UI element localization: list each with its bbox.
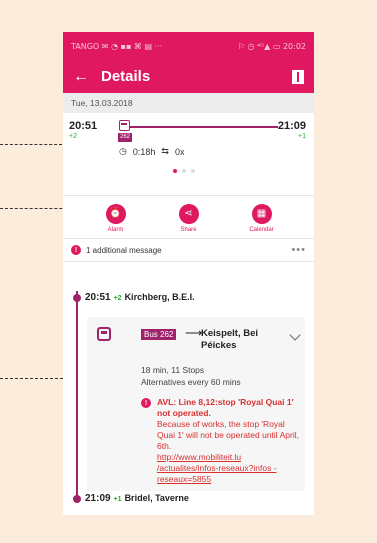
status-bar: TANGO ✉ ◔ ▪▪ ⌘ ▤ ··· ⚐ ◷ ⁴ᴳ▲ ▭ 20:02	[63, 32, 314, 60]
alert-icon: !	[71, 245, 81, 255]
bus-icon	[97, 327, 111, 341]
line-badge: 262	[118, 133, 133, 142]
leg-info: 18 min, 11 Stops Alternatives every 60 m…	[141, 364, 241, 388]
transfer-icon: ⇆	[161, 146, 169, 156]
alarm-label: Alarm	[107, 226, 124, 233]
trip-line	[128, 126, 278, 128]
leg-card[interactable]: Bus 262 ⟶ Keispelt, Bei Péickes 18 min, …	[87, 317, 305, 491]
arrow-left-icon[interactable]: ←	[73, 68, 93, 86]
end-dot	[73, 495, 81, 503]
calendar-button[interactable]: ▦ Calendar	[232, 203, 292, 233]
message-text: 1 additional message	[86, 245, 162, 255]
app-bar: ← Details	[63, 60, 314, 93]
bus-badge: Bus 262	[141, 329, 177, 340]
leg-destination: Keispelt, Bei Péickes	[201, 328, 259, 351]
message-bar[interactable]: ! 1 additional message •••	[63, 239, 314, 261]
alert-body: Because of works, the stop 'Royal Quai 1…	[157, 419, 299, 451]
transfers: 0x	[174, 146, 185, 157]
alert-icon: !	[141, 398, 151, 408]
departure-delay: +2	[69, 133, 77, 140]
start-dot	[73, 294, 81, 302]
journey-detail: 20:51 +2 Kirchberg, B.E.I. Bus 262 ⟶ Kei…	[63, 287, 314, 515]
alarm-clock-icon: ⏰	[105, 203, 126, 224]
start-delay: +2	[113, 295, 122, 302]
arrival-time: 21:09	[277, 120, 306, 132]
bus-icon	[119, 120, 130, 131]
divider	[63, 261, 314, 262]
page-dot	[173, 169, 177, 173]
stops-info: 18 min, 11 Stops	[141, 365, 205, 375]
page-indicator	[173, 169, 195, 173]
share-icon: ⋖	[178, 203, 199, 224]
duration: 0:18h	[132, 146, 156, 157]
action-bar: ⏰ Alarm ⋖ Share ▦ Calendar	[63, 196, 314, 238]
page-dot	[182, 169, 186, 173]
calendar-label: Calendar	[249, 226, 274, 233]
share-button[interactable]: ⋖ Share	[159, 203, 219, 233]
trip-meta: ◷ 0:18h ⇆ 0x	[119, 146, 184, 157]
arrow-right-icon: ⟶	[185, 326, 203, 340]
calendar-icon: ▦	[251, 203, 272, 224]
share-label: Share	[180, 226, 197, 233]
page-title: Details	[101, 68, 151, 85]
alert-message: ! AVL: Line 8,12:stop 'Royal Quai 1' not…	[141, 397, 301, 485]
journey-line	[76, 291, 78, 497]
pointer-line-trip	[0, 144, 62, 145]
alternatives-info: Alternatives every 60 mins	[141, 377, 241, 387]
status-left: TANGO ✉ ◔ ▪▪ ⌘ ▤ ···	[71, 41, 163, 51]
chevron-down-icon[interactable]	[289, 329, 301, 341]
trip-date: Tue, 13.03.2018	[71, 98, 133, 108]
alarm-button[interactable]: ⏰ Alarm	[86, 203, 146, 233]
page-dot	[191, 169, 195, 173]
alert-title: AVL: Line 8,12:stop 'Royal Quai 1' not o…	[157, 397, 294, 418]
alert-link[interactable]: http://www.mobiliteit.lu /actualites/inf…	[141, 452, 301, 485]
end-stop-name: Bridel, Taverne	[124, 493, 189, 503]
arrival-delay: +1	[298, 133, 306, 140]
status-right: ⚐ ◷ ⁴ᴳ▲ ▭ 20:02	[237, 41, 306, 51]
trip-summary[interactable]: 20:51 +2 262 21:09 +1 ◷ 0:18h ⇆ 0x	[63, 113, 314, 195]
end-time: 21:09	[85, 493, 111, 504]
start-stop-name: Kirchberg, B.E.I.	[124, 292, 195, 302]
start-time: 20:51	[85, 292, 111, 303]
end-stop[interactable]: 21:09 +1 Bridel, Taverne	[85, 493, 189, 504]
map-icon[interactable]	[292, 69, 304, 84]
departure-time: 20:51	[69, 120, 98, 132]
date-bar: Tue, 13.03.2018	[63, 93, 314, 113]
start-stop[interactable]: 20:51 +2 Kirchberg, B.E.I.	[85, 292, 195, 303]
clock-icon: ◷	[119, 146, 127, 156]
more-icon[interactable]: •••	[291, 244, 306, 256]
end-delay: +1	[113, 496, 122, 503]
phone-screen: TANGO ✉ ◔ ▪▪ ⌘ ▤ ··· ⚐ ◷ ⁴ᴳ▲ ▭ 20:02 ← D…	[63, 32, 314, 515]
